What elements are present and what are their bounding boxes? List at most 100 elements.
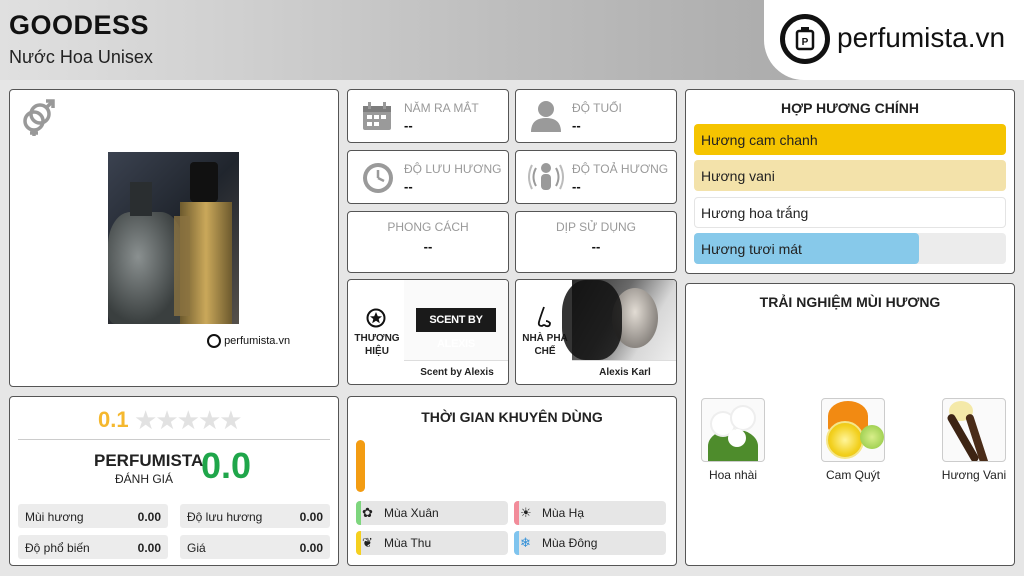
- calendar-icon: [363, 102, 391, 130]
- stat-price: Giá 0.00: [180, 535, 330, 559]
- season-title: THỜI GIAN KHUYÊN DÙNG: [421, 409, 603, 425]
- style-value: --: [423, 239, 433, 254]
- stat-label: Mùi hương: [25, 510, 84, 524]
- launch-year-card: NĂM RA MẮT --: [347, 89, 509, 143]
- longevity-value: --: [404, 179, 413, 194]
- perfumista-rating-subtitle: ĐÁNH GIÁ: [114, 472, 173, 486]
- launch-year-label: NĂM RA MẮT: [404, 101, 479, 115]
- stat-label: Độ phổ biến: [25, 541, 90, 555]
- note-vanilla[interactable]: Hương Vani: [929, 398, 1019, 482]
- style-label: PHONG CÁCH: [387, 220, 469, 234]
- bottle-logo-icon: [207, 334, 221, 348]
- season-label: Mùa Xuân: [384, 506, 439, 520]
- stat-label: Giá: [187, 541, 206, 555]
- stat-popularity: Độ phổ biến 0.00: [18, 535, 168, 559]
- accord-bar: Hương cam chanh: [694, 124, 1006, 155]
- season-label: Mùa Đông: [542, 536, 598, 550]
- accord-label: Hương tươi mát: [701, 241, 802, 257]
- brand-logo: SCENT BY ALEXIS: [404, 280, 508, 360]
- person-icon: [531, 101, 561, 132]
- season-label: Mùa Thu: [384, 536, 432, 550]
- accord-label: Hương cam chanh: [701, 132, 818, 148]
- accord-label: Hương hoa trắng: [701, 205, 809, 221]
- stat-scent: Mùi hương 0.00: [18, 504, 168, 528]
- clock-icon: [363, 163, 393, 193]
- star-rating[interactable]: ★★★★★: [134, 405, 243, 436]
- svg-text:P: P: [802, 37, 809, 48]
- accord-bar: Hương tươi mát: [694, 233, 1006, 264]
- brand-label: THƯƠNG HIỆU: [354, 333, 400, 357]
- style-card: PHONG CÁCH --: [347, 211, 509, 273]
- sillage-value: --: [572, 179, 581, 194]
- user-score: 0.1: [98, 407, 129, 432]
- occasion-label: DỊP SỬ DỤNG: [555, 220, 637, 234]
- brand-card[interactable]: THƯƠNG HIỆU SCENT BY ALEXIS Scent by Ale…: [347, 279, 509, 385]
- season-summer: ☀ Mùa Hạ: [514, 501, 666, 525]
- perfumista-rating-title: PERFUMISTA: [94, 451, 204, 470]
- sun-icon: ☀: [520, 505, 532, 520]
- longevity-card: ĐỘ LƯU HƯƠNG --: [347, 150, 509, 204]
- day-night-bar: [356, 440, 365, 492]
- star-icon[interactable]: ★: [219, 405, 242, 435]
- flower-icon: ✿: [362, 505, 373, 520]
- perfumer-card[interactable]: NHÀ PHA CHẾ Alexis Karl: [515, 279, 677, 385]
- stat-value: 0.00: [137, 541, 161, 555]
- stat-value: 0.00: [299, 510, 323, 524]
- sillage-person-icon: [528, 163, 564, 190]
- note-label: Hương Vani: [941, 468, 1007, 482]
- stat-longevity: Độ lưu hương 0.00: [180, 504, 330, 528]
- age-value: --: [572, 118, 581, 133]
- accord-bar: Hương hoa trắng: [694, 197, 1006, 228]
- perfume-subtitle: Nước Hoa Unisex: [9, 47, 153, 67]
- note-citrus[interactable]: Cam Quýt: [808, 398, 898, 482]
- divider: [18, 439, 330, 440]
- star-icon[interactable]: ★: [155, 405, 178, 435]
- perfumista-score: 0.0: [201, 445, 252, 486]
- brand-name: Scent by Alexis: [404, 360, 508, 384]
- brand-star-icon: [366, 308, 386, 328]
- jasmine-image: [701, 398, 765, 462]
- occasion-value: --: [591, 239, 601, 254]
- star-icon[interactable]: ★: [134, 405, 157, 435]
- stat-value: 0.00: [137, 510, 161, 524]
- stat-value: 0.00: [299, 541, 323, 555]
- perfume-photo: [108, 152, 239, 324]
- age-label: ĐỘ TUỔI: [572, 101, 622, 115]
- occasion-card: DỊP SỬ DỤNG --: [515, 211, 677, 273]
- star-icon[interactable]: ★: [177, 405, 200, 435]
- season-spring: ✿ Mùa Xuân: [356, 501, 508, 525]
- accords-title: HỢP HƯƠNG CHÍNH: [781, 100, 919, 116]
- accord-label: Hương vani: [701, 168, 775, 184]
- notes-title: TRẢI NGHIỆM MÙI HƯƠNG: [759, 294, 941, 310]
- bottle-logo-icon: P: [780, 14, 830, 64]
- accords-card: HỢP HƯƠNG CHÍNH Hương cam chanh Hương va…: [685, 89, 1015, 274]
- perfume-title: GOODESS: [9, 10, 150, 40]
- accord-bar: Hương vani: [694, 160, 1006, 191]
- launch-year-value: --: [404, 118, 413, 133]
- nose-icon: [537, 306, 551, 328]
- perfumer-name: Alexis Karl: [572, 360, 676, 384]
- watermark: perfumista.vn: [207, 334, 290, 348]
- sillage-label: ĐỘ TOẢ HƯƠNG: [572, 162, 669, 176]
- age-card: ĐỘ TUỔI --: [515, 89, 677, 143]
- stat-label: Độ lưu hương: [187, 510, 263, 524]
- vanilla-image: [942, 398, 1006, 462]
- season-autumn: ❦ Mùa Thu: [356, 531, 508, 555]
- perfumista-logo[interactable]: P perfumista.vn: [764, 0, 1024, 80]
- season-label: Mùa Hạ: [542, 506, 585, 520]
- notes-card: TRẢI NGHIỆM MÙI HƯƠNG Hoa nhài Cam Quýt …: [685, 283, 1015, 566]
- perfumer-photo: [562, 280, 676, 360]
- leaf-icon: ❦: [362, 535, 373, 550]
- note-label: Hoa nhài: [708, 468, 758, 482]
- header: GOODESS Nước Hoa Unisex P perfumista.vn: [0, 0, 1024, 80]
- season-card: THỜI GIAN KHUYÊN DÙNG ✿ Mùa Xuân ☀ Mùa H…: [347, 396, 677, 566]
- watermark-text: perfumista.vn: [224, 334, 291, 347]
- star-icon[interactable]: ★: [198, 405, 221, 435]
- rating-card: 0.1 ★★★★★ PERFUMISTA ĐÁNH GIÁ 0.0 Mùi hư…: [9, 396, 339, 566]
- brand-logo-text: SCENT BY ALEXIS: [416, 308, 496, 350]
- note-jasmine[interactable]: Hoa nhài: [688, 398, 778, 482]
- logo-text: perfumista.vn: [837, 22, 1006, 53]
- season-winter: ❄ Mùa Đông: [514, 531, 666, 555]
- product-image-card: perfumista.vn: [9, 89, 339, 387]
- sillage-card: ĐỘ TOẢ HƯƠNG --: [515, 150, 677, 204]
